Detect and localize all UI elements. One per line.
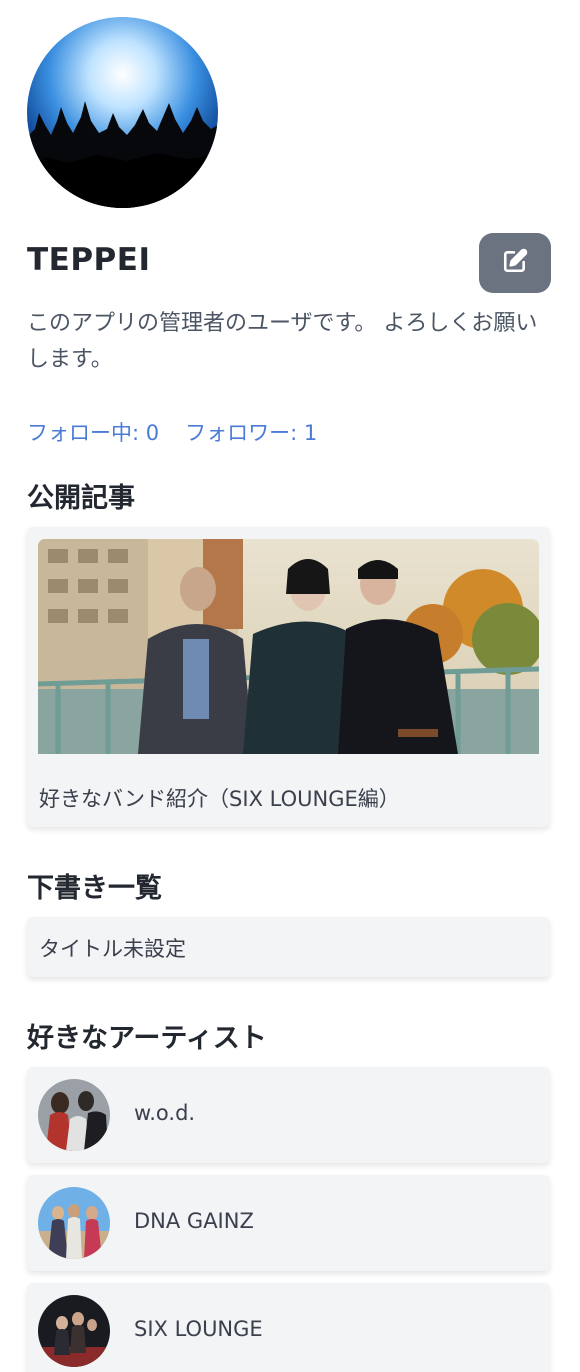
- profile-username: TEPPEI: [27, 242, 151, 278]
- artist-name: SIX LOUNGE: [134, 1317, 263, 1341]
- profile-bio: このアプリの管理者のユーザです。 よろしくお願いします。: [27, 311, 538, 372]
- profile-avatar: [27, 17, 218, 208]
- edit-icon: [502, 248, 528, 278]
- following-link[interactable]: フォロー中: 0: [27, 417, 159, 447]
- article-card[interactable]: 好きなバンド紹介（SIX LOUNGE編）: [27, 527, 550, 827]
- followers-link[interactable]: フォロワー: 1: [185, 417, 317, 447]
- artist-card[interactable]: DNA GAINZ: [27, 1175, 550, 1271]
- artist-card[interactable]: SIX LOUNGE: [27, 1283, 550, 1372]
- drafts-section-title: 下書き一覧: [27, 873, 162, 904]
- artist-card[interactable]: w.o.d.: [27, 1067, 550, 1163]
- follow-stats: フォロー中: 0 フォロワー: 1: [27, 417, 317, 447]
- draft-title: タイトル未設定: [39, 937, 186, 961]
- artists-section-title: 好きなアーティスト: [27, 1023, 267, 1054]
- draft-card[interactable]: タイトル未設定: [27, 917, 550, 977]
- article-title: 好きなバンド紹介（SIX LOUNGE編）: [39, 787, 400, 811]
- artist-avatar: [38, 1187, 110, 1259]
- published-section-title: 公開記事: [27, 483, 135, 514]
- artist-name: w.o.d.: [134, 1101, 196, 1125]
- artist-avatar: [38, 1079, 110, 1151]
- edit-profile-button[interactable]: [479, 233, 551, 293]
- artist-avatar: [38, 1295, 110, 1367]
- article-thumbnail: [38, 539, 539, 754]
- artist-name: DNA GAINZ: [134, 1209, 254, 1233]
